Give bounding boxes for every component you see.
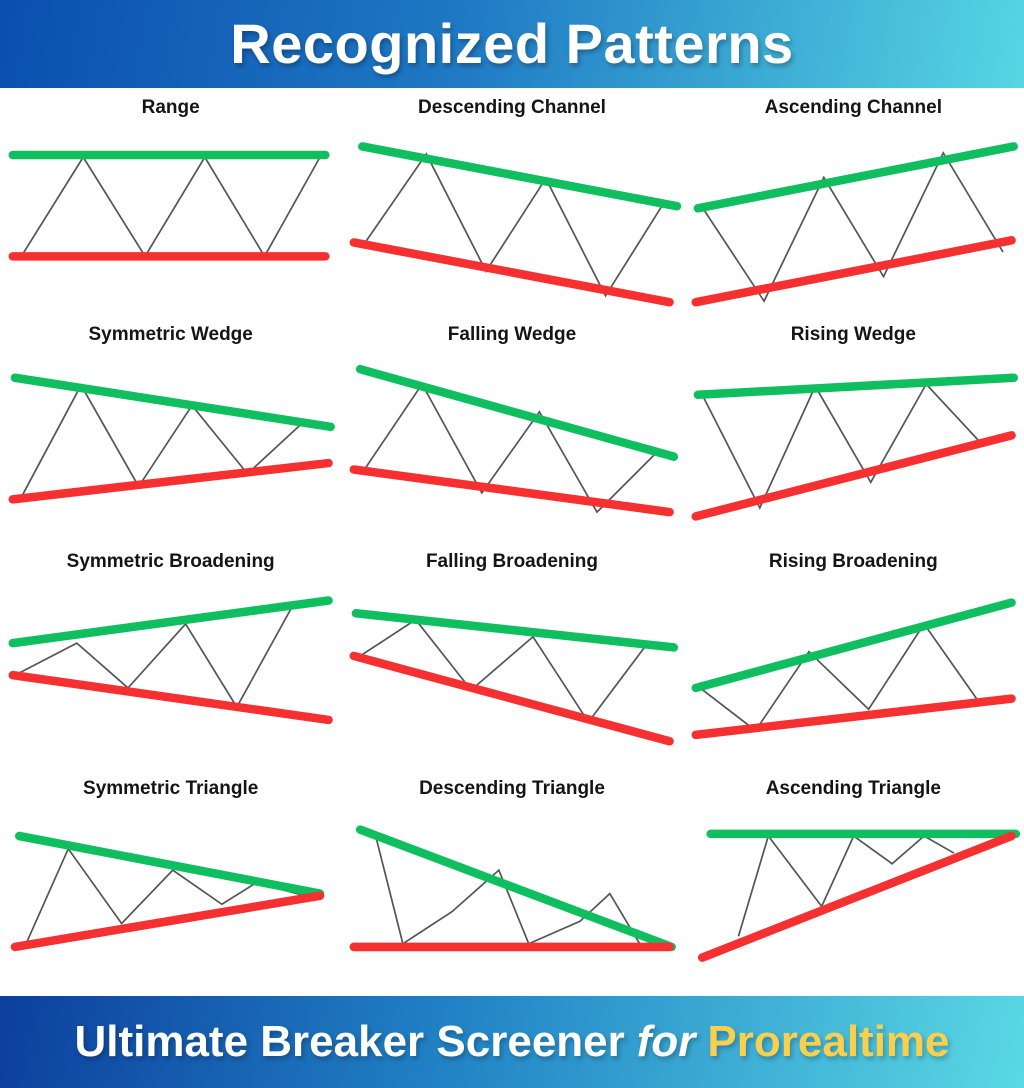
footer-tagline: Ultimate Breaker Screener for Prorealtim…	[74, 1017, 949, 1067]
pattern-chart-range	[0, 123, 341, 315]
resistance-line-green	[691, 598, 1016, 692]
infographic-page: Recognized Patterns Range Descending Cha…	[0, 0, 1024, 1088]
pattern-title: Descending Channel	[418, 97, 606, 118]
pattern-chart-rising-wedge	[683, 350, 1024, 542]
support-line-red	[349, 238, 675, 307]
price-action-line	[701, 382, 982, 510]
pattern-chart-rising-broadening	[683, 577, 1024, 769]
footer-banner: Ultimate Breaker Screener for Prorealtim…	[0, 995, 1024, 1088]
pattern-cell-descending-channel: Descending Channel	[341, 88, 682, 315]
support-line-red	[8, 458, 333, 504]
pattern-cell-descending-triangle: Descending Triangle	[341, 769, 682, 996]
resistance-line-green	[693, 142, 1018, 213]
pattern-cell-symmetric-broadening: Symmetric Broadening	[0, 542, 341, 769]
pattern-cell-symmetric-wedge: Symmetric Wedge	[0, 315, 341, 542]
header-banner: Recognized Patterns	[0, 0, 1024, 88]
pattern-title: Rising Wedge	[790, 323, 916, 345]
support-line-red	[8, 670, 333, 724]
support-line-red	[691, 694, 1016, 739]
pattern-cell-rising-broadening: Rising Broadening	[683, 542, 1024, 769]
pattern-title: Symmetric Wedge	[88, 323, 253, 345]
pattern-title: Falling Broadening	[425, 550, 599, 572]
resistance-line-green	[356, 824, 677, 951]
pattern-title: Symmetric Broadening	[66, 550, 275, 572]
pattern-cell-rising-wedge: Rising Wedge	[683, 315, 1024, 542]
pattern-cell-falling-wedge: Falling Wedge	[341, 315, 682, 542]
resistance-line-green	[8, 595, 333, 648]
page-title: Recognized Patterns	[230, 12, 794, 75]
pattern-title: Ascending Triangle	[765, 777, 941, 799]
pattern-title: Rising Broadening	[768, 550, 938, 572]
pattern-title: Range	[141, 97, 200, 118]
footer-for-text: for	[636, 1016, 696, 1066]
pattern-chart-ascending-channel	[683, 123, 1024, 315]
pattern-title: Descending Triangle	[419, 777, 605, 799]
support-line-red	[697, 831, 1016, 962]
pattern-grid: Range Descending Channel Ascending Chann…	[0, 88, 1024, 996]
pattern-chart-ascending-triangle	[683, 804, 1024, 996]
footer-brand-text: Prorealtime	[707, 1016, 950, 1066]
support-line-red	[349, 464, 675, 517]
resistance-line-green	[351, 608, 679, 652]
price-action-line	[20, 155, 321, 258]
resistance-line-green	[14, 831, 325, 898]
pattern-chart-falling-broadening	[341, 577, 682, 769]
pattern-cell-range: Range	[0, 88, 341, 315]
support-line-red	[349, 651, 675, 746]
pattern-title: Ascending Channel	[764, 97, 942, 118]
support-line-red	[10, 891, 325, 951]
pattern-chart-symmetric-wedge	[0, 350, 341, 542]
footer-main-text: Ultimate Breaker Screener	[74, 1016, 625, 1066]
pattern-cell-symmetric-triangle: Symmetric Triangle	[0, 769, 341, 996]
resistance-line-green	[693, 373, 1018, 399]
pattern-title: Falling Wedge	[447, 323, 577, 345]
pattern-chart-descending-channel	[341, 123, 682, 315]
pattern-cell-ascending-triangle: Ascending Triangle	[683, 769, 1024, 996]
pattern-chart-descending-triangle	[341, 804, 682, 996]
resistance-line-green	[358, 142, 682, 211]
pattern-cell-ascending-channel: Ascending Channel	[683, 88, 1024, 315]
price-action-line	[737, 833, 955, 937]
pattern-chart-falling-wedge	[341, 350, 682, 542]
pattern-cell-falling-broadening: Falling Broadening	[341, 542, 682, 769]
pattern-chart-symmetric-broadening	[0, 577, 341, 769]
support-line-red	[691, 235, 1016, 307]
pattern-title: Symmetric Triangle	[83, 777, 259, 799]
pattern-chart-symmetric-triangle	[0, 804, 341, 996]
